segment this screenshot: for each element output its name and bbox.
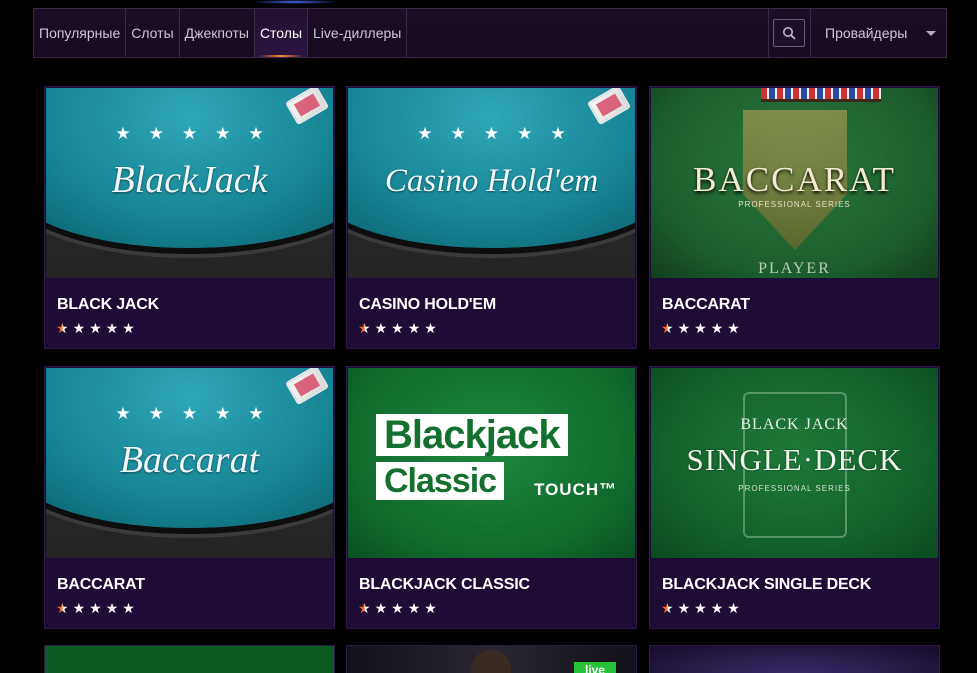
- star-icon: ★: [122, 600, 135, 616]
- chevron-down-icon: [926, 30, 936, 36]
- decor-stars: ★ ★ ★ ★ ★: [417, 124, 566, 143]
- star-icon: ★: [72, 600, 86, 616]
- thumb-title-top: BLACK JACK: [740, 416, 849, 433]
- thumb-title: BACCARAT: [693, 160, 896, 199]
- star-icon: ★: [391, 320, 404, 336]
- thumb-title: Casino Hold'em: [384, 163, 599, 199]
- star-half-icon: ★: [358, 320, 371, 336]
- tab-jackpots[interactable]: Джекпоты: [180, 9, 255, 57]
- star-icon: ★: [727, 600, 740, 616]
- star-icon: ★: [710, 600, 724, 616]
- game-card-partial-2[interactable]: live: [346, 645, 637, 673]
- star-icon: ★: [694, 600, 707, 616]
- game-card-partial-3[interactable]: [649, 645, 940, 673]
- decor-stars: ★ ★ ★ ★ ★: [115, 124, 264, 143]
- thumb-title: BlackJack: [111, 159, 268, 201]
- thumb-title: SINGLE·DECK: [686, 442, 903, 477]
- star-icon: ★: [72, 320, 86, 336]
- star-icon: ★: [105, 600, 119, 616]
- star-icon: ★: [424, 320, 437, 336]
- star-half-icon: ★: [661, 320, 674, 336]
- game-thumbnail[interactable]: ★ ★ ★ ★ ★ Baccarat: [46, 368, 333, 558]
- search-icon: [783, 27, 796, 40]
- game-card-black-jack[interactable]: ★ ★ ★ ★ ★ BlackJack BLACK JACK ★ ★ ★ ★ ★: [44, 86, 335, 349]
- live-badge: live: [574, 662, 616, 673]
- decor-stars: ★ ★ ★ ★ ★: [115, 404, 264, 423]
- star-half-icon: ★: [56, 600, 69, 616]
- star-icon: ★: [407, 600, 421, 616]
- rating-stars[interactable]: ★ ★ ★ ★ ★: [661, 601, 740, 615]
- star-icon: ★: [374, 320, 388, 336]
- game-thumbnail[interactable]: ★ ★ ★ ★ ★ BlackJack: [46, 88, 333, 278]
- star-icon: ★: [105, 320, 119, 336]
- star-icon: ★: [122, 320, 135, 336]
- rating-stars[interactable]: ★ ★ ★ ★ ★: [661, 321, 740, 335]
- nav-spacer: [406, 9, 769, 57]
- top-glow: [250, 0, 340, 4]
- tab-live-dealers[interactable]: Live-диллеры: [308, 9, 408, 57]
- game-title: BACCARAT: [57, 576, 145, 593]
- game-thumbnail[interactable]: BLACK JACK SINGLE·DECK PROFESSIONAL SERI…: [651, 368, 938, 558]
- search-button[interactable]: [773, 19, 805, 47]
- star-icon: ★: [424, 600, 437, 616]
- game-thumbnail[interactable]: ★ ★ ★ ★ ★ Casino Hold'em: [348, 88, 635, 278]
- rating-stars[interactable]: ★ ★ ★ ★ ★: [358, 601, 437, 615]
- thumb-footer: PLAYER: [758, 260, 831, 277]
- star-icon: ★: [727, 320, 740, 336]
- game-card-blackjack-classic[interactable]: Blackjack Classic TOUCH™ BLACKJACK CLASS…: [346, 366, 637, 629]
- providers-label: Провайдеры: [825, 25, 908, 41]
- star-icon: ★: [710, 320, 724, 336]
- star-half-icon: ★: [56, 320, 69, 336]
- thumb-title-line2: Classic: [376, 462, 505, 500]
- dealer-avatar: [471, 650, 511, 673]
- game-thumbnail[interactable]: BACCARAT PROFESSIONAL SERIES PLAYER: [651, 88, 938, 278]
- star-icon: ★: [89, 320, 102, 336]
- providers-dropdown[interactable]: Провайдеры: [811, 9, 946, 57]
- game-card-baccarat-2[interactable]: ★ ★ ★ ★ ★ Baccarat BACCARAT ★ ★ ★ ★ ★: [44, 366, 335, 629]
- game-title: BLACKJACK CLASSIC: [359, 576, 530, 593]
- game-card-casino-holdem[interactable]: ★ ★ ★ ★ ★ Casino Hold'em CASINO HOLD'EM ★ ★ ★ ★…: [346, 86, 637, 349]
- tab-slots[interactable]: Слоты: [126, 9, 180, 57]
- star-icon: ★: [391, 600, 404, 616]
- game-title: CASINO HOLD'EM: [359, 296, 497, 313]
- star-icon: ★: [694, 320, 707, 336]
- tab-popular[interactable]: Популярные: [34, 9, 127, 57]
- star-icon: ★: [89, 600, 102, 616]
- game-title: BACCARAT: [662, 296, 750, 313]
- game-card-partial-1[interactable]: [44, 645, 335, 673]
- star-half-icon: ★: [358, 600, 371, 616]
- rating-stars[interactable]: ★ ★ ★ ★ ★: [358, 321, 437, 335]
- star-icon: ★: [677, 320, 691, 336]
- game-card-blackjack-single-deck[interactable]: BLACK JACK SINGLE·DECK PROFESSIONAL SERI…: [649, 366, 940, 629]
- tab-tables[interactable]: Столы: [254, 9, 309, 57]
- star-icon: ★: [407, 320, 421, 336]
- rating-stars[interactable]: ★ ★ ★ ★ ★: [56, 321, 135, 335]
- thumb-title: Baccarat: [119, 439, 260, 481]
- game-card-baccarat[interactable]: BACCARAT PROFESSIONAL SERIES PLAYER BACC…: [649, 86, 940, 349]
- category-nav: Популярные Слоты Джекпоты Столы Live-дил…: [33, 8, 947, 58]
- thumb-subtitle: PROFESSIONAL SERIES: [738, 200, 851, 209]
- thumb-subtitle: PROFESSIONAL SERIES: [738, 484, 851, 493]
- game-thumbnail[interactable]: Blackjack Classic TOUCH™: [348, 368, 635, 558]
- star-icon: ★: [677, 600, 691, 616]
- star-half-icon: ★: [661, 600, 674, 616]
- star-icon: ★: [374, 600, 388, 616]
- thumb-title-line1: Blackjack: [376, 414, 568, 456]
- search-container: [768, 9, 811, 57]
- game-title: BLACKJACK SINGLE DECK: [662, 576, 872, 593]
- chip-rack: [761, 88, 881, 102]
- thumb-touch-label: TOUCH™: [534, 480, 618, 499]
- rating-stars[interactable]: ★ ★ ★ ★ ★: [56, 601, 135, 615]
- game-title: BLACK JACK: [57, 296, 160, 313]
